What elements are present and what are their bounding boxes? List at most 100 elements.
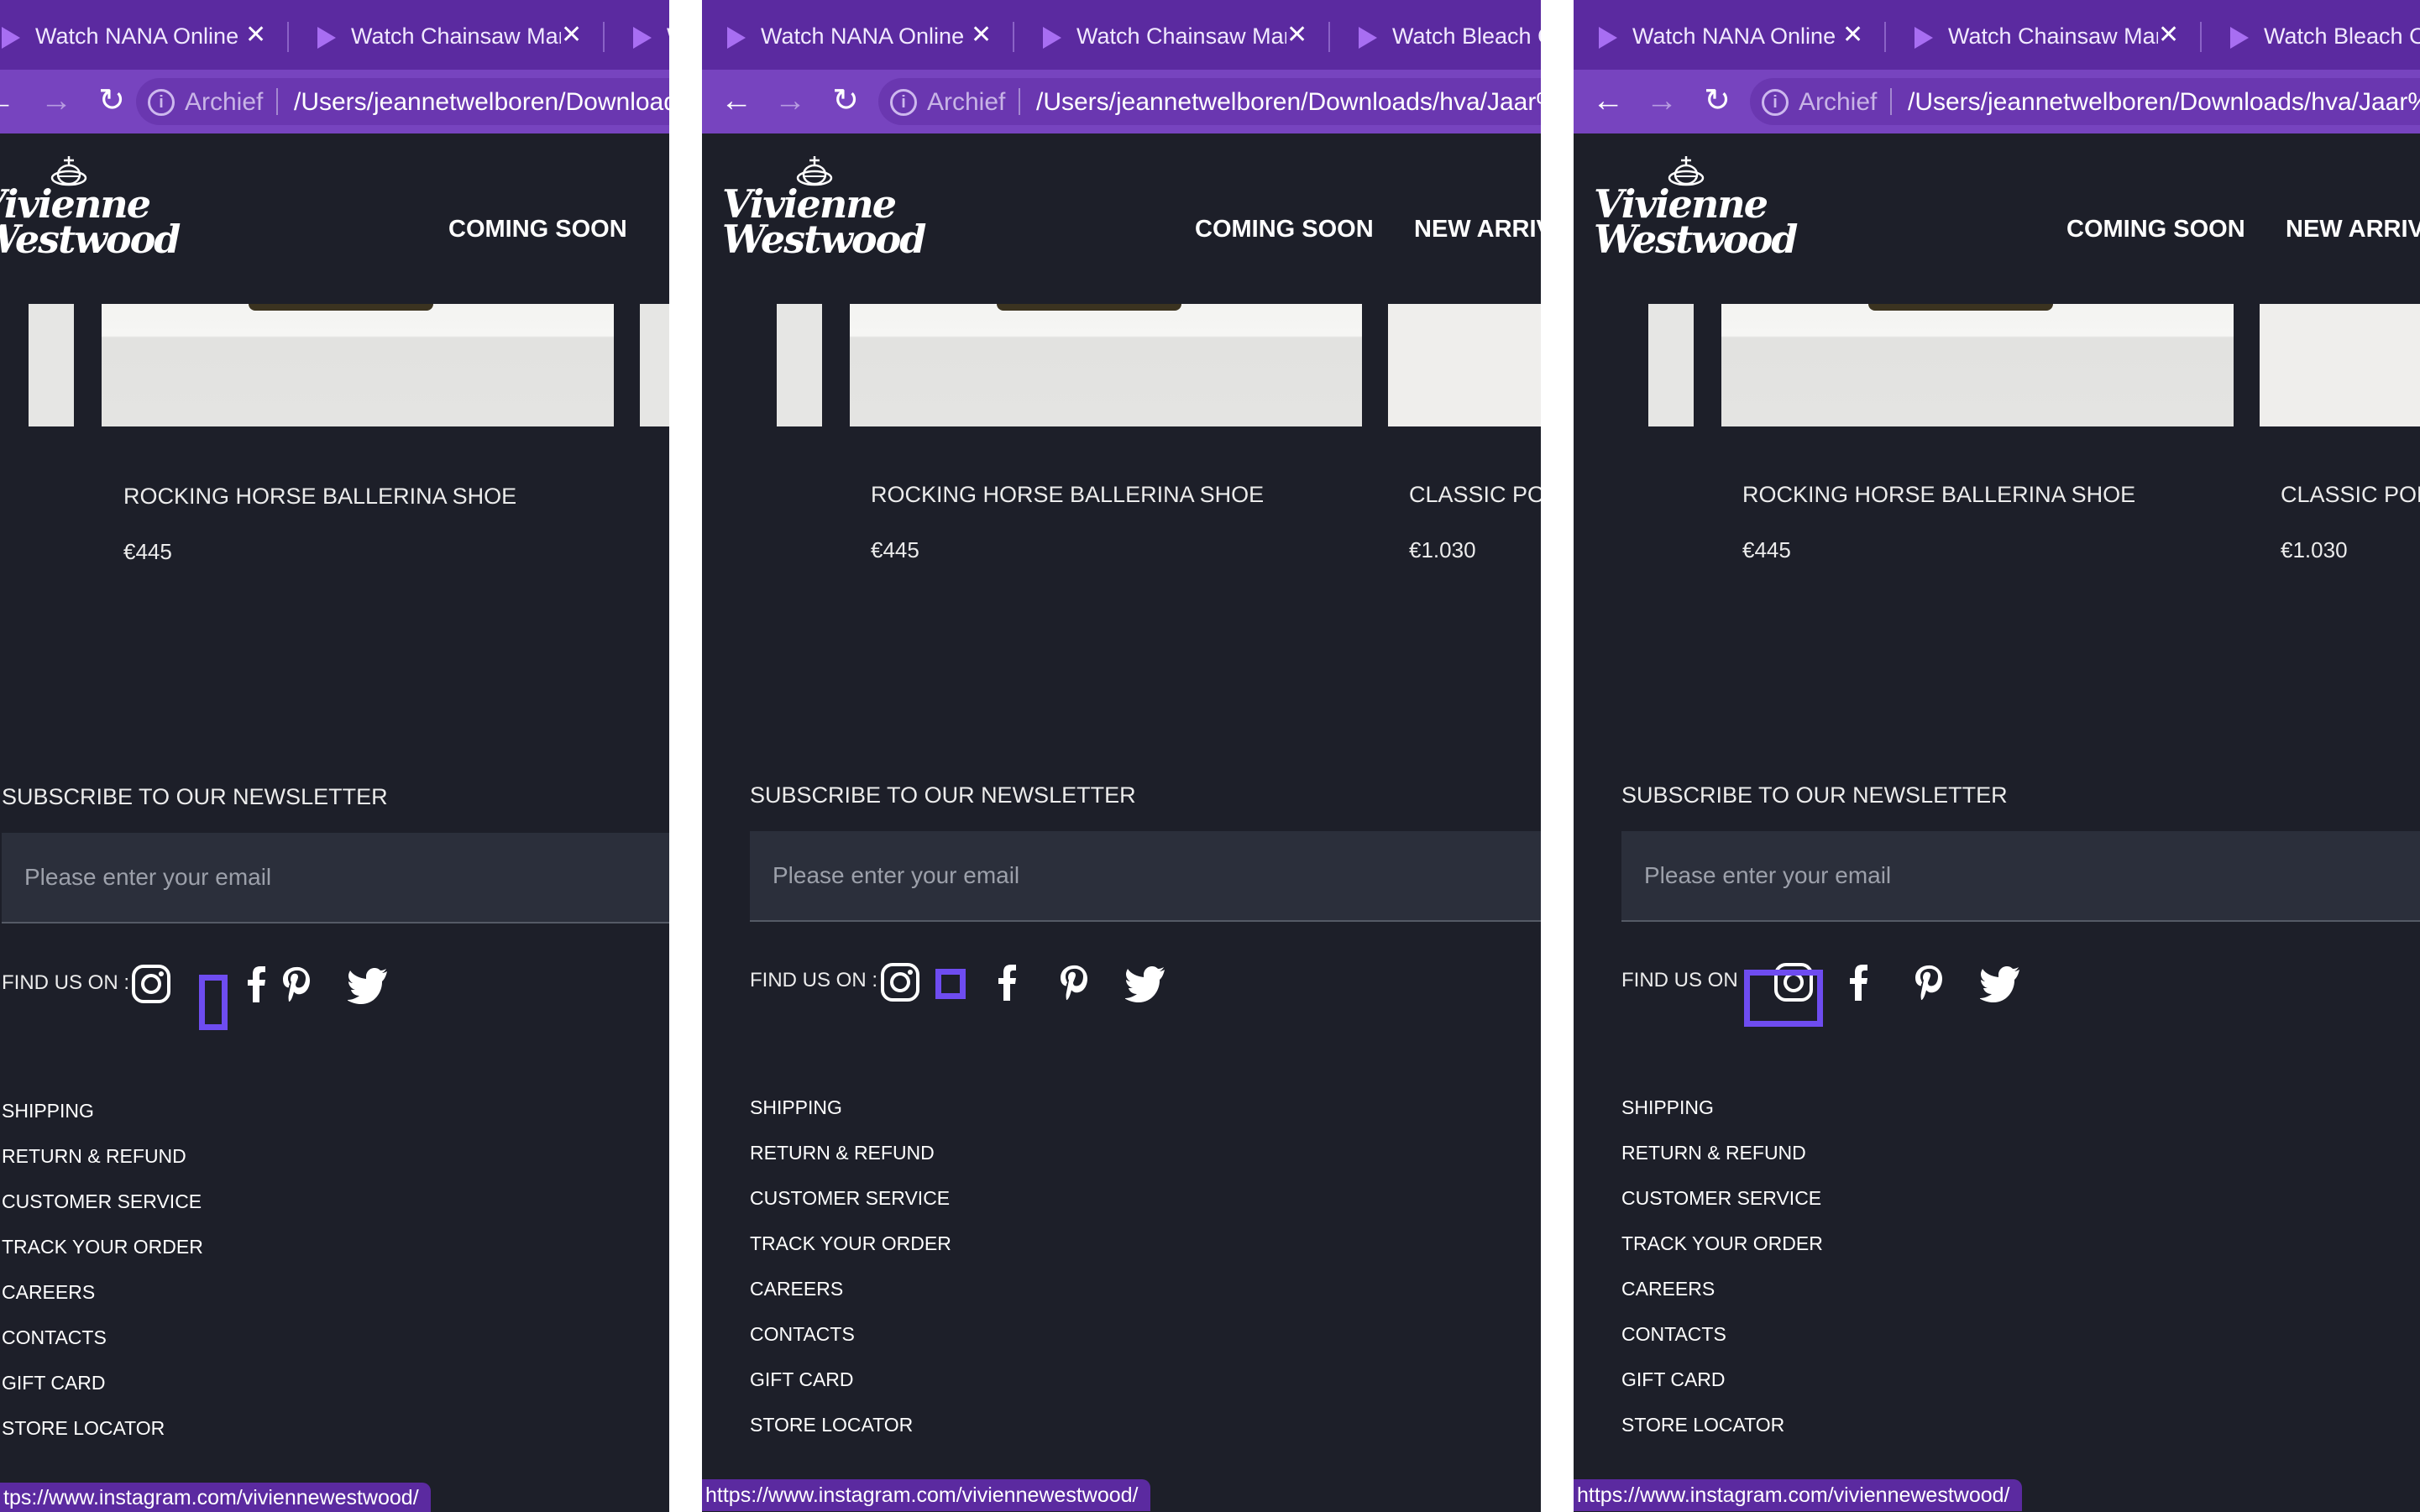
footer-link-careers[interactable]: CAREERS	[750, 1278, 843, 1300]
product-image[interactable]	[1388, 304, 1541, 426]
footer-link-return-refund[interactable]: RETURN & REFUND	[750, 1142, 935, 1164]
footer-link-store-locator[interactable]: STORE LOCATOR	[1621, 1414, 1784, 1436]
product-name[interactable]: ROCKING HORSE BALLERINA SHOE	[123, 484, 516, 510]
reload-icon[interactable]: ↻	[1696, 80, 1738, 122]
address-bar[interactable]: i Archief /Users/jeannetwelboren/Downloa…	[878, 78, 1541, 125]
address-bar[interactable]: i Archief /Users/jeannetwelboren/Downloa…	[1750, 78, 2420, 125]
footer-link-shipping[interactable]: SHIPPING	[750, 1096, 842, 1119]
newsletter-email-input[interactable]	[750, 831, 1541, 922]
footer-link-return-refund[interactable]: RETURN & REFUND	[2, 1145, 186, 1168]
product-image[interactable]	[777, 304, 822, 426]
twitter-icon[interactable]	[1980, 962, 2020, 1002]
footer-link-careers[interactable]: CAREERS	[2, 1281, 95, 1304]
product-price: €445	[1742, 537, 1791, 562]
close-icon[interactable]: ✕	[1842, 20, 1863, 50]
instagram-icon[interactable]	[880, 962, 920, 1002]
browser-toolbar: ← → ↻ i Archief /Users/jeannetwelboren/D…	[1574, 70, 2420, 133]
tab-title: Watch Bleach Online	[2264, 24, 2420, 49]
newsletter-title: SUBSCRIBE TO OUR NEWSLETTER	[2, 784, 388, 809]
pinterest-icon[interactable]	[1055, 962, 1095, 1002]
tab-title: Watch Bleach Online	[667, 24, 669, 50]
address-url[interactable]: /Users/jeannetwelboren/Downloads/hva/Jaa…	[1908, 88, 2420, 117]
newsletter-title: SUBSCRIBE TO OUR NEWSLETTER	[750, 782, 1136, 808]
nav-coming-soon[interactable]: COMING SOON	[2066, 216, 2245, 243]
product-price: €1.030	[1409, 537, 1476, 562]
site-logo[interactable]: VivienneWestwood	[0, 156, 181, 265]
reload-icon[interactable]: ↻	[91, 80, 133, 122]
arrow-left-icon[interactable]: ←	[1587, 80, 1629, 122]
close-icon[interactable]: ✕	[1286, 20, 1307, 50]
info-icon[interactable]: i	[890, 89, 917, 116]
close-icon[interactable]: ✕	[2158, 20, 2179, 50]
nav-coming-soon[interactable]: COMING SOON	[1195, 216, 1374, 243]
footer-link-store-locator[interactable]: STORE LOCATOR	[2, 1417, 165, 1440]
address-url[interactable]: /Users/jeannetwelboren/Downloads/hva/Jaa…	[1036, 88, 1541, 117]
play-icon	[1915, 27, 1933, 49]
instagram-icon[interactable]	[131, 964, 171, 1004]
footer-link-track-order[interactable]: TRACK YOUR ORDER	[750, 1232, 951, 1255]
twitter-icon[interactable]	[1125, 962, 1165, 1002]
newsletter-email-input[interactable]	[1621, 831, 2420, 922]
facebook-icon[interactable]	[237, 964, 277, 1004]
product-image[interactable]	[1648, 304, 1694, 426]
address-scheme: Archief	[1799, 88, 1878, 116]
nav-new-arrivals[interactable]: NEW ARRIVALS	[2286, 216, 2420, 243]
product-image[interactable]	[102, 304, 614, 426]
footer-link-careers[interactable]: CAREERS	[1621, 1278, 1715, 1300]
screenshot-panel-3: Watch NANA Online in HD ✕ Watch Chainsaw…	[1574, 0, 2420, 1512]
tab-title: Watch NANA Online in HD	[761, 24, 971, 49]
footer-link-customer-service[interactable]: CUSTOMER SERVICE	[750, 1187, 950, 1210]
product-image[interactable]	[2260, 304, 2420, 426]
close-icon[interactable]: ✕	[561, 20, 582, 50]
product-name[interactable]: ROCKING HORSE BALLERINA SHOE	[1742, 482, 2135, 508]
info-icon[interactable]: i	[1762, 89, 1789, 116]
close-icon[interactable]: ✕	[971, 20, 992, 50]
site-logo[interactable]: VivienneWestwood	[1594, 156, 1798, 265]
footer-link-track-order[interactable]: TRACK YOUR ORDER	[2, 1236, 203, 1258]
footer-link-shipping[interactable]: SHIPPING	[1621, 1096, 1714, 1119]
arrow-left-icon[interactable]: ←	[715, 80, 757, 122]
reload-icon[interactable]: ↻	[825, 80, 867, 122]
product-name[interactable]: CLASSIC PORTRAIT	[1409, 482, 1541, 508]
product-image[interactable]	[850, 304, 1362, 426]
close-icon[interactable]: ✕	[245, 20, 266, 50]
footer-link-gift-card[interactable]: GIFT CARD	[2, 1372, 106, 1394]
address-scheme: Archief	[927, 88, 1006, 116]
footer-link-customer-service[interactable]: CUSTOMER SERVICE	[1621, 1187, 1821, 1210]
footer-link-customer-service[interactable]: CUSTOMER SERVICE	[2, 1190, 202, 1213]
pinterest-icon[interactable]	[277, 964, 317, 1004]
nav-coming-soon[interactable]: COMING SOON	[448, 216, 627, 243]
tab-strip: Watch NANA Online in HD ✕ Watch Chainsaw…	[0, 0, 669, 70]
site-logo[interactable]: VivienneWestwood	[722, 156, 926, 265]
address-divider	[1890, 88, 1892, 115]
arrow-right-icon[interactable]: →	[769, 80, 811, 122]
arrow-right-icon[interactable]: →	[35, 80, 77, 122]
tab-strip: Watch NANA Online in HD ✕ Watch Chainsaw…	[1574, 0, 2420, 70]
product-name[interactable]: CLASSIC PORTRAIT	[2281, 482, 2420, 508]
facebook-icon[interactable]	[1839, 962, 1879, 1002]
twitter-icon[interactable]	[348, 964, 388, 1004]
footer-link-gift-card[interactable]: GIFT CARD	[750, 1368, 854, 1391]
facebook-icon[interactable]	[987, 962, 1028, 1002]
newsletter-email-input[interactable]	[2, 833, 669, 923]
footer-link-gift-card[interactable]: GIFT CARD	[1621, 1368, 1726, 1391]
footer-link-store-locator[interactable]: STORE LOCATOR	[750, 1414, 913, 1436]
address-url[interactable]: /Users/jeannetwelboren/Downloads/hva/Jaa…	[294, 88, 669, 117]
product-image[interactable]	[640, 304, 669, 426]
info-icon[interactable]: i	[148, 89, 175, 116]
product-image[interactable]	[1721, 304, 2234, 426]
play-icon	[2230, 27, 2249, 49]
product-image[interactable]	[29, 304, 74, 426]
footer-link-shipping[interactable]: SHIPPING	[2, 1100, 94, 1122]
arrow-right-icon[interactable]: →	[1641, 80, 1683, 122]
nav-new-arrivals[interactable]: NEW ARRIVALS	[1414, 216, 1541, 243]
arrow-left-icon[interactable]: ←	[0, 80, 20, 122]
footer-link-contacts[interactable]: CONTACTS	[1621, 1323, 1726, 1346]
footer-link-contacts[interactable]: CONTACTS	[2, 1326, 107, 1349]
product-name[interactable]: ROCKING HORSE BALLERINA SHOE	[871, 482, 1264, 508]
footer-link-track-order[interactable]: TRACK YOUR ORDER	[1621, 1232, 1823, 1255]
pinterest-icon[interactable]	[1909, 962, 1950, 1002]
footer-link-contacts[interactable]: CONTACTS	[750, 1323, 855, 1346]
footer-link-return-refund[interactable]: RETURN & REFUND	[1621, 1142, 1806, 1164]
address-bar[interactable]: i Archief /Users/jeannetwelboren/Downloa…	[136, 78, 669, 125]
